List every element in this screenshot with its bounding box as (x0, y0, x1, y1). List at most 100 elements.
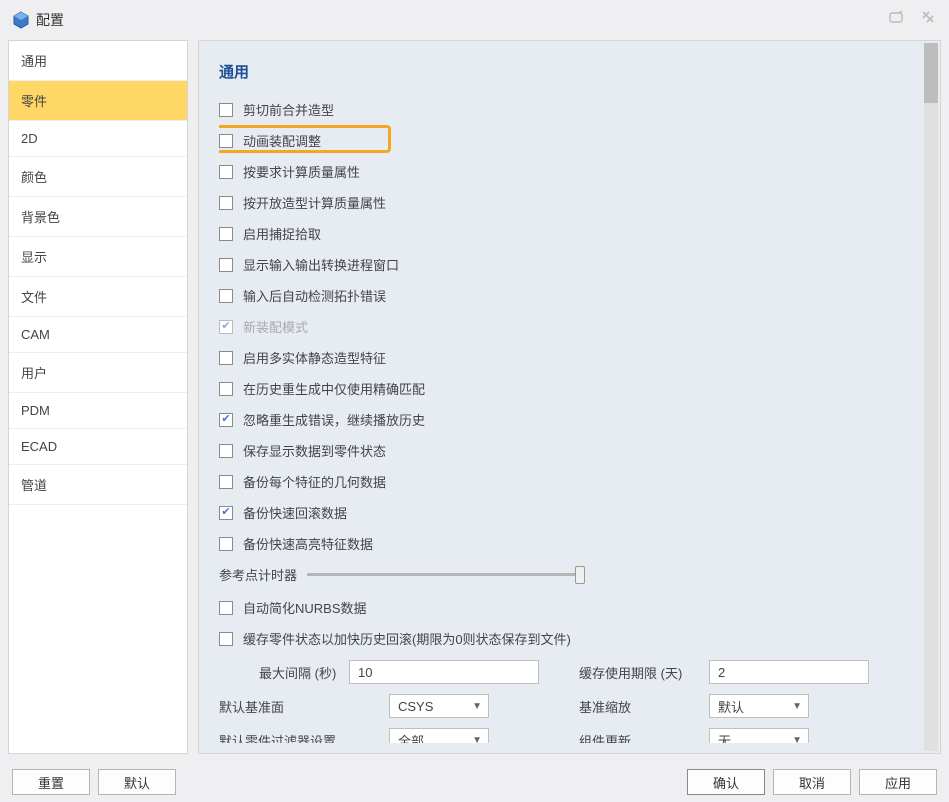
check-label: 缓存零件状态以加快历史回滚(期限为0则状态保存到文件) (243, 629, 571, 648)
check-row: 在历史重生成中仅使用精确匹配 (219, 379, 914, 398)
ok-button[interactable]: 确认 (687, 769, 765, 795)
sidebar-item-3[interactable]: 颜色 (9, 157, 187, 197)
slider-thumb[interactable] (575, 566, 585, 584)
sidebar-item-8[interactable]: 用户 (9, 353, 187, 393)
checkbox[interactable] (219, 506, 233, 520)
titlebar: 配置 (0, 0, 949, 40)
minimize-icon[interactable] (889, 10, 905, 26)
sidebar-item-7[interactable]: CAM (9, 317, 187, 353)
sidebar-item-11[interactable]: 管道 (9, 465, 187, 505)
check-row: 自动简化NURBS数据 (219, 598, 914, 617)
sidebar: 通用零件2D颜色背景色显示文件CAM用户PDMECAD管道 (8, 40, 188, 754)
check-label: 备份快速回滚数据 (243, 503, 347, 522)
checkbox[interactable] (219, 413, 233, 427)
config-window: 配置 通用零件2D颜色背景色显示文件CAM用户PDMECAD管道 通用 剪切前合… (0, 0, 949, 802)
slider-label: 参考点计时器 (219, 565, 297, 584)
row-datum: 默认基准面 CSYS▼ 基准缩放 默认▼ (219, 694, 914, 718)
check-row: 备份快速高亮特征数据 (219, 534, 914, 553)
sidebar-item-0[interactable]: 通用 (9, 41, 187, 81)
check-label: 显示输入输出转换进程窗口 (243, 255, 399, 274)
check-label: 启用多实体静态造型特征 (243, 348, 386, 367)
chevron-down-icon: ▼ (472, 735, 482, 744)
combo-datum-scale[interactable]: 默认▼ (709, 694, 809, 718)
window-title: 配置 (36, 10, 64, 30)
checkbox[interactable] (219, 351, 233, 365)
chevron-down-icon: ▼ (472, 701, 482, 712)
sidebar-item-4[interactable]: 背景色 (9, 197, 187, 237)
sidebar-item-9[interactable]: PDM (9, 393, 187, 429)
chevron-down-icon: ▼ (792, 701, 802, 712)
checkbox[interactable] (219, 227, 233, 241)
check-row: 按要求计算质量属性 (219, 162, 914, 181)
checkbox[interactable] (219, 134, 233, 148)
default-button[interactable]: 默认 (98, 769, 176, 795)
sidebar-item-2[interactable]: 2D (9, 121, 187, 157)
combo-default-filter[interactable]: 全部▼ (389, 728, 489, 743)
app-icon (12, 11, 30, 29)
reset-button[interactable]: 重置 (12, 769, 90, 795)
check-row: 新装配模式 (219, 317, 914, 336)
check-row: 启用多实体静态造型特征 (219, 348, 914, 367)
check-label: 新装配模式 (243, 317, 308, 336)
checks-area: 剪切前合并造型动画装配调整按要求计算质量属性按开放造型计算质量属性启用捕捉拾取显… (219, 100, 914, 553)
label-max-interval: 最大间隔 (秒) (219, 663, 349, 682)
checkbox[interactable] (219, 632, 233, 646)
check-row: 按开放造型计算质量属性 (219, 193, 914, 212)
content-scroll[interactable]: 通用 剪切前合并造型动画装配调整按要求计算质量属性按开放造型计算质量属性启用捕捉… (219, 61, 920, 743)
footer: 重置 默认 确认 取消 应用 (0, 762, 949, 802)
label-cache-days: 缓存使用期限 (天) (579, 663, 709, 682)
check-label: 备份每个特征的几何数据 (243, 472, 386, 491)
checkbox[interactable] (219, 196, 233, 210)
slider-track[interactable] (307, 573, 577, 576)
label-default-filter: 默认零件过滤器设置 (219, 731, 389, 744)
check-label: 按开放造型计算质量属性 (243, 193, 386, 212)
checkbox[interactable] (219, 475, 233, 489)
content-panel: 通用 剪切前合并造型动画装配调整按要求计算质量属性按开放造型计算质量属性启用捕捉… (198, 40, 941, 754)
sidebar-item-5[interactable]: 显示 (9, 237, 187, 277)
check-label: 忽略重生成错误，继续播放历史 (243, 410, 425, 429)
checkbox[interactable] (219, 444, 233, 458)
body: 通用零件2D颜色背景色显示文件CAM用户PDMECAD管道 通用 剪切前合并造型… (0, 40, 949, 762)
sidebar-item-10[interactable]: ECAD (9, 429, 187, 465)
checkbox[interactable] (219, 382, 233, 396)
checkbox[interactable] (219, 601, 233, 615)
check-row: 备份快速回滚数据 (219, 503, 914, 522)
check-label: 按要求计算质量属性 (243, 162, 360, 181)
check-row: 启用捕捉拾取 (219, 224, 914, 243)
cancel-button[interactable]: 取消 (773, 769, 851, 795)
slider-row: 参考点计时器 (219, 565, 914, 584)
check-label: 输入后自动检测拓扑错误 (243, 286, 386, 305)
section-title: 通用 (219, 61, 914, 82)
check-row: 备份每个特征的几何数据 (219, 472, 914, 491)
check-label: 保存显示数据到零件状态 (243, 441, 386, 460)
sidebar-item-1[interactable]: 零件 (9, 81, 187, 121)
check-row: 忽略重生成错误，继续播放历史 (219, 410, 914, 429)
row-cache: 最大间隔 (秒) 10 缓存使用期限 (天) 2 (219, 660, 914, 684)
combo-default-datum[interactable]: CSYS▼ (389, 694, 489, 718)
combo-component-update[interactable]: 无▼ (709, 728, 809, 743)
sidebar-item-6[interactable]: 文件 (9, 277, 187, 317)
check-label: 自动简化NURBS数据 (243, 598, 367, 617)
checkbox[interactable] (219, 165, 233, 179)
check-row: 动画装配调整 (219, 131, 914, 150)
checks-area-2: 自动简化NURBS数据缓存零件状态以加快历史回滚(期限为0则状态保存到文件) (219, 598, 914, 648)
check-row: 保存显示数据到零件状态 (219, 441, 914, 460)
check-row: 输入后自动检测拓扑错误 (219, 286, 914, 305)
label-datum-scale: 基准缩放 (579, 697, 709, 716)
checkbox[interactable] (219, 103, 233, 117)
input-cache-days[interactable]: 2 (709, 660, 869, 684)
check-label: 动画装配调整 (243, 131, 321, 150)
check-row: 显示输入输出转换进程窗口 (219, 255, 914, 274)
input-max-interval[interactable]: 10 (349, 660, 539, 684)
checkbox[interactable] (219, 258, 233, 272)
label-default-datum: 默认基准面 (219, 697, 389, 716)
check-row: 缓存零件状态以加快历史回滚(期限为0则状态保存到文件) (219, 629, 914, 648)
check-label: 在历史重生成中仅使用精确匹配 (243, 379, 425, 398)
content-scrollbar[interactable] (924, 43, 938, 751)
window-buttons (889, 10, 937, 26)
close-icon[interactable] (921, 10, 937, 26)
checkbox[interactable] (219, 289, 233, 303)
check-row: 剪切前合并造型 (219, 100, 914, 119)
apply-button[interactable]: 应用 (859, 769, 937, 795)
checkbox[interactable] (219, 537, 233, 551)
